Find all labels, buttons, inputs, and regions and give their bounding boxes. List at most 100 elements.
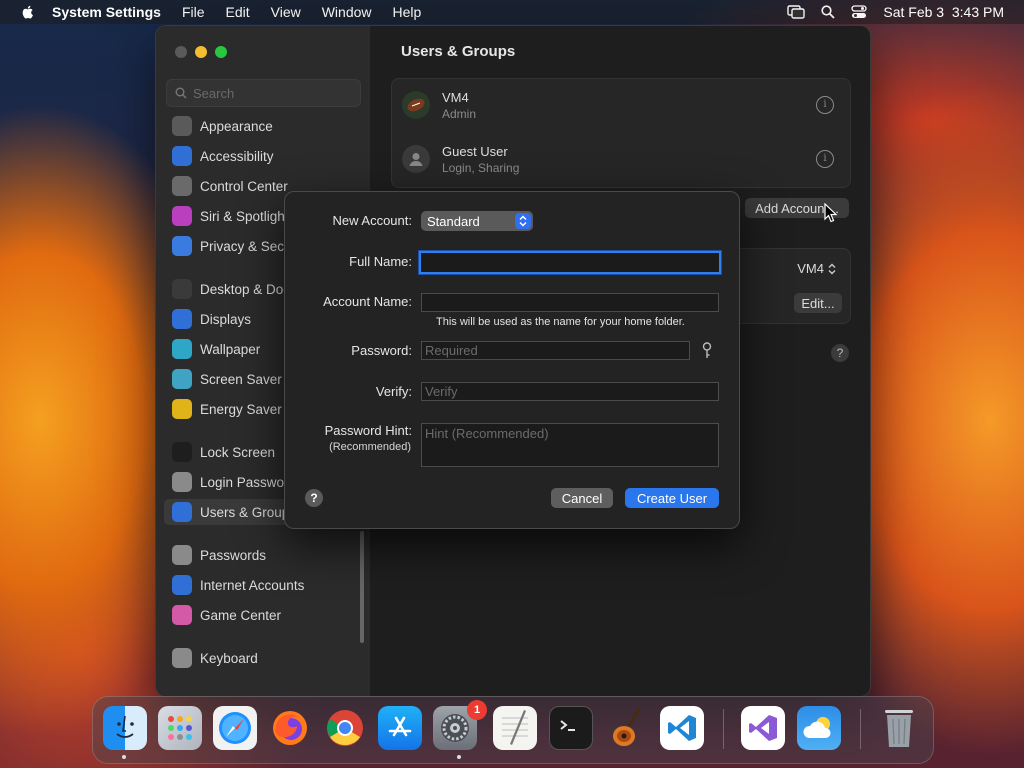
displays-icon — [172, 309, 192, 329]
app-store-icon[interactable] — [378, 706, 422, 750]
weather-icon[interactable] — [797, 706, 841, 750]
sidebar-item-label: Wallpaper — [200, 341, 261, 357]
keyboard-icon — [172, 648, 192, 668]
sidebar-item-accessibility[interactable]: Accessibility — [164, 143, 360, 169]
control-center-icon — [172, 176, 192, 196]
sidebar-item-label: Keyboard — [200, 650, 258, 666]
auto-login-user-popup[interactable]: VM4 — [797, 261, 836, 276]
sidebar-item-label: Energy Saver — [200, 401, 282, 417]
launchpad-icon[interactable] — [158, 706, 202, 750]
user-role: Login, Sharing — [442, 160, 520, 175]
auto-login-user-value: VM4 — [797, 261, 824, 276]
menu-edit[interactable]: Edit — [226, 4, 250, 20]
create-user-button[interactable]: Create User — [625, 488, 719, 508]
dock-separator — [723, 709, 724, 749]
verify-input[interactable] — [421, 382, 719, 401]
key-icon[interactable] — [702, 342, 712, 360]
menu-view[interactable]: View — [271, 4, 301, 20]
safari-icon[interactable] — [213, 706, 257, 750]
dialog-help-button[interactable]: ? — [305, 489, 323, 507]
appearance-icon — [172, 116, 192, 136]
control-center-icon[interactable] — [851, 5, 868, 19]
menu-window[interactable]: Window — [322, 4, 372, 20]
close-window-button[interactable] — [175, 46, 187, 58]
running-indicator — [457, 755, 461, 759]
menu-clock[interactable]: Sat Feb 3 3:43 PM — [883, 4, 1004, 20]
sidebar-item-label: Screen Saver — [200, 371, 282, 387]
spotlight-search-icon[interactable] — [821, 5, 836, 19]
page-title: Users & Groups — [401, 43, 516, 60]
user-role: Admin — [442, 106, 477, 121]
sidebar-item-label: Siri & Spotlight — [200, 208, 289, 224]
minimize-window-button[interactable] — [195, 46, 207, 58]
account-name-hint: This will be used as the name for your h… — [436, 316, 685, 328]
energy-saver-icon — [172, 399, 192, 419]
sidebar-search-field[interactable]: Search — [166, 79, 361, 107]
mouse-pointer-icon — [824, 203, 838, 223]
password-label: Password: — [351, 343, 412, 358]
privacy-hand-icon — [172, 236, 192, 256]
menu-file[interactable]: File — [182, 4, 205, 20]
sidebar-item-label: Login Password — [200, 474, 297, 490]
password-hint-input[interactable] — [421, 423, 719, 467]
menu-help[interactable]: Help — [393, 4, 422, 20]
sidebar-item-label: Accessibility — [200, 148, 274, 164]
garageband-icon[interactable] — [605, 706, 649, 750]
finder-icon[interactable] — [103, 706, 147, 750]
password-hint-label: Password Hint: — [324, 423, 412, 438]
search-icon — [175, 87, 187, 99]
full-name-input[interactable] — [419, 251, 721, 274]
screen-saver-icon — [172, 369, 192, 389]
sidebar-item-keyboard[interactable]: Keyboard — [164, 645, 360, 671]
menu-bar: System Settings File Edit View Window He… — [0, 0, 1024, 24]
info-icon[interactable]: i — [816, 150, 834, 168]
desktop-dock-icon — [172, 279, 192, 299]
textedit-icon[interactable] — [493, 706, 537, 750]
chevron-updown-icon — [515, 213, 531, 229]
internet-accounts-icon — [172, 575, 192, 595]
login-password-icon — [172, 472, 192, 492]
football-avatar-icon — [402, 91, 430, 119]
screen-mirroring-icon[interactable] — [787, 5, 806, 19]
full-name-label: Full Name: — [349, 254, 412, 269]
account-name-label: Account Name: — [323, 294, 412, 309]
sidebar-item-label: Control Center — [200, 178, 288, 194]
help-button[interactable]: ? — [831, 344, 849, 362]
info-icon[interactable]: i — [816, 96, 834, 114]
visual-studio-icon[interactable] — [741, 706, 785, 750]
new-account-dialog: New Account: Standard Full Name: Account… — [284, 191, 740, 529]
user-list: VM4 Admin i Guest User Login, Sharing i — [391, 78, 851, 188]
firefox-icon[interactable] — [268, 706, 312, 750]
chrome-icon[interactable] — [323, 706, 367, 750]
apple-menu-icon[interactable] — [20, 4, 36, 20]
account-name-input[interactable] — [421, 293, 719, 312]
users-groups-icon — [172, 502, 192, 522]
wallpaper-icon — [172, 339, 192, 359]
guest-avatar-icon — [402, 145, 430, 173]
sidebar-item-label: Game Center — [200, 607, 282, 623]
cancel-button[interactable]: Cancel — [551, 488, 613, 508]
trash-icon[interactable] — [877, 706, 921, 750]
visual-studio-code-icon[interactable] — [660, 706, 704, 750]
password-input[interactable] — [421, 341, 690, 360]
sidebar-item-label: Appearance — [200, 118, 273, 134]
search-placeholder: Search — [193, 85, 235, 101]
sidebar-item-game-center[interactable]: Game Center — [164, 602, 360, 628]
zoom-window-button[interactable] — [215, 46, 227, 58]
running-indicator — [122, 755, 126, 759]
sidebar-item-passwords[interactable]: Passwords — [164, 542, 360, 568]
sidebar-item-appearance[interactable]: Appearance — [164, 113, 360, 139]
passwords-key-icon — [172, 545, 192, 565]
edit-button[interactable]: Edit... — [794, 293, 842, 313]
user-name: VM4 — [442, 89, 469, 105]
terminal-icon[interactable] — [549, 706, 593, 750]
sidebar-item-internet-accounts[interactable]: Internet Accounts — [164, 572, 360, 598]
sidebar-item-label: Users & Groups — [200, 504, 297, 520]
user-row-vm4[interactable]: VM4 Admin i — [402, 83, 842, 127]
accessibility-icon — [172, 146, 192, 166]
user-row-guest[interactable]: Guest User Login, Sharing i — [402, 137, 842, 181]
sidebar-scrollbar[interactable] — [360, 531, 364, 643]
account-type-popup[interactable]: Standard — [421, 211, 533, 231]
sidebar-item-label: Internet Accounts — [200, 577, 305, 593]
menu-app-name[interactable]: System Settings — [52, 4, 161, 20]
